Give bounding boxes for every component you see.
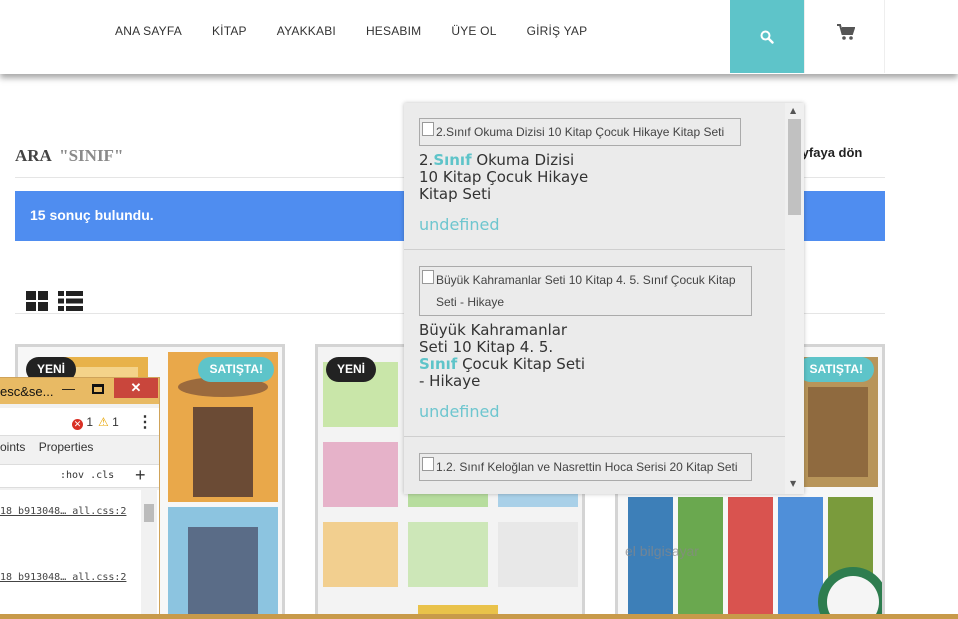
list-view-icon[interactable]	[58, 291, 83, 311]
devtools-titlebar[interactable]: esc&se... — ✕	[0, 378, 159, 404]
divider	[404, 436, 787, 437]
suggestion-title[interactable]: Büyük Kahramanlar Seti 10 Kitap 4. 5. Sı…	[419, 322, 589, 390]
broken-image-icon	[422, 122, 434, 136]
more-options-icon[interactable]: ⋮	[137, 412, 153, 432]
warning-count[interactable]: ⚠ 1	[98, 415, 119, 429]
error-count-value: 1	[86, 415, 94, 429]
broken-image-icon	[422, 270, 434, 284]
divider	[404, 249, 787, 250]
hov-cls-toggle[interactable]: :hov .cls	[60, 470, 114, 481]
grid-view-icon[interactable]	[26, 291, 48, 311]
nav-shoes[interactable]: AYAKKABI	[277, 24, 336, 38]
tab-breakpoints[interactable]: oints	[0, 440, 25, 454]
view-toggle	[26, 291, 83, 311]
nav-home[interactable]: ANA SAYFA	[115, 24, 182, 38]
suggestion-image: 1.2. Sınıf Keloğlan ve Nasrettin Hoca Se…	[419, 453, 752, 481]
add-rule-button[interactable]: +	[135, 465, 146, 486]
suggestion-image: 2.Sınıf Okuma Dizisi 10 Kitap Çocuk Hika…	[419, 118, 741, 146]
warning-count-value: 1	[112, 415, 119, 429]
nav-login[interactable]: GİRİŞ YAP	[527, 24, 588, 38]
suggestion-image: Büyük Kahramanlar Seti 10 Kitap 4. 5. Sı…	[419, 266, 752, 316]
suggestion-price: undefined	[419, 215, 500, 234]
scrollbar-thumb[interactable]	[144, 504, 154, 522]
nav-account[interactable]: HESABIM	[366, 24, 421, 38]
page-title: ARA "SINIF"	[15, 146, 123, 166]
suggestion-title[interactable]: 2.Sınıf Okuma Dizisi 10 Kitap Çocuk Hika…	[419, 152, 589, 203]
badge-sale: SATIŞTA!	[198, 357, 274, 382]
image-alt-text: Büyük Kahramanlar Seti 10 Kitap 4. 5. Sı…	[436, 273, 736, 309]
suggestion-item[interactable]: 1.2. Sınıf Keloğlan ve Nasrettin Hoca Se…	[404, 453, 787, 481]
devtools-tabs: oints Properties	[0, 440, 103, 454]
minimize-button[interactable]: —	[62, 381, 75, 396]
badge-sale: SATIŞTA!	[798, 357, 874, 382]
badge-new: YENİ	[326, 357, 377, 382]
image-alt-text: 1.2. Sınıf Keloğlan ve Nasrettin Hoca Se…	[436, 460, 738, 474]
cart-icon	[837, 24, 855, 40]
error-icon: ✕	[72, 419, 83, 430]
suggestion-item[interactable]: Büyük Kahramanlar Seti 10 Kitap 4. 5. Sı…	[404, 266, 787, 421]
scrollbar[interactable]	[141, 490, 157, 619]
scrollbar-thumb[interactable]	[788, 119, 801, 215]
header: ANA SAYFA KİTAP AYAKKABI HESABIM ÜYE OL …	[0, 0, 958, 74]
stylesheet-link[interactable]: 18 b913048… all.css:2	[0, 572, 126, 583]
nav-books[interactable]: KİTAP	[212, 24, 247, 38]
page: ANA SAYFA KİTAP AYAKKABI HESABIM ÜYE OL …	[0, 0, 958, 619]
devtools-title: esc&se...	[0, 384, 54, 399]
search-suggestions-dropdown: 2.Sınıf Okuma Dizisi 10 Kitap Çocuk Hika…	[404, 103, 804, 494]
scroll-down-arrow-icon[interactable]: ▼	[790, 479, 796, 488]
search-label: ARA	[15, 146, 51, 165]
main-nav: ANA SAYFA KİTAP AYAKKABI HESABIM ÜYE OL …	[115, 24, 617, 38]
tab-properties[interactable]: Properties	[39, 440, 94, 454]
image-alt-text: 2.Sınıf Okuma Dizisi 10 Kitap Çocuk Hika…	[436, 125, 725, 139]
results-count-text: 15 sonuç bulundu.	[30, 207, 154, 223]
error-count[interactable]: ✕ 1	[72, 415, 93, 430]
maximize-button[interactable]	[92, 384, 104, 394]
styles-filter-bar: :hov .cls +	[0, 464, 159, 488]
nav-register[interactable]: ÜYE OL	[451, 24, 496, 38]
search-term: "SINIF"	[59, 146, 124, 165]
suggestion-item[interactable]: 2.Sınıf Okuma Dizisi 10 Kitap Çocuk Hika…	[404, 118, 787, 234]
broken-image-icon	[422, 457, 434, 471]
close-button[interactable]: ✕	[114, 378, 158, 398]
scroll-up-arrow-icon[interactable]: ▲	[790, 106, 796, 115]
devtools-toolbar: ✕ 1 ⚠ 1 ⋮	[0, 408, 159, 436]
taskbar-edge	[0, 614, 958, 619]
devtools-window: esc&se... — ✕ ✕ 1 ⚠ 1 ⋮ oints Properties…	[0, 377, 160, 619]
stylesheet-link[interactable]: 18 b913048… all.css:2	[0, 506, 126, 517]
warning-icon: ⚠	[98, 415, 109, 429]
search-icon	[760, 30, 774, 44]
styles-pane: 18 b913048… all.css:2 18 b913048… all.cs…	[0, 490, 159, 619]
suggestion-price: undefined	[419, 402, 500, 421]
watermark-text: el bilgisayar	[625, 543, 699, 559]
dropdown-scrollbar[interactable]: ▲ ▼	[785, 103, 804, 494]
cart-button[interactable]	[804, 0, 885, 73]
search-button[interactable]	[730, 0, 804, 73]
